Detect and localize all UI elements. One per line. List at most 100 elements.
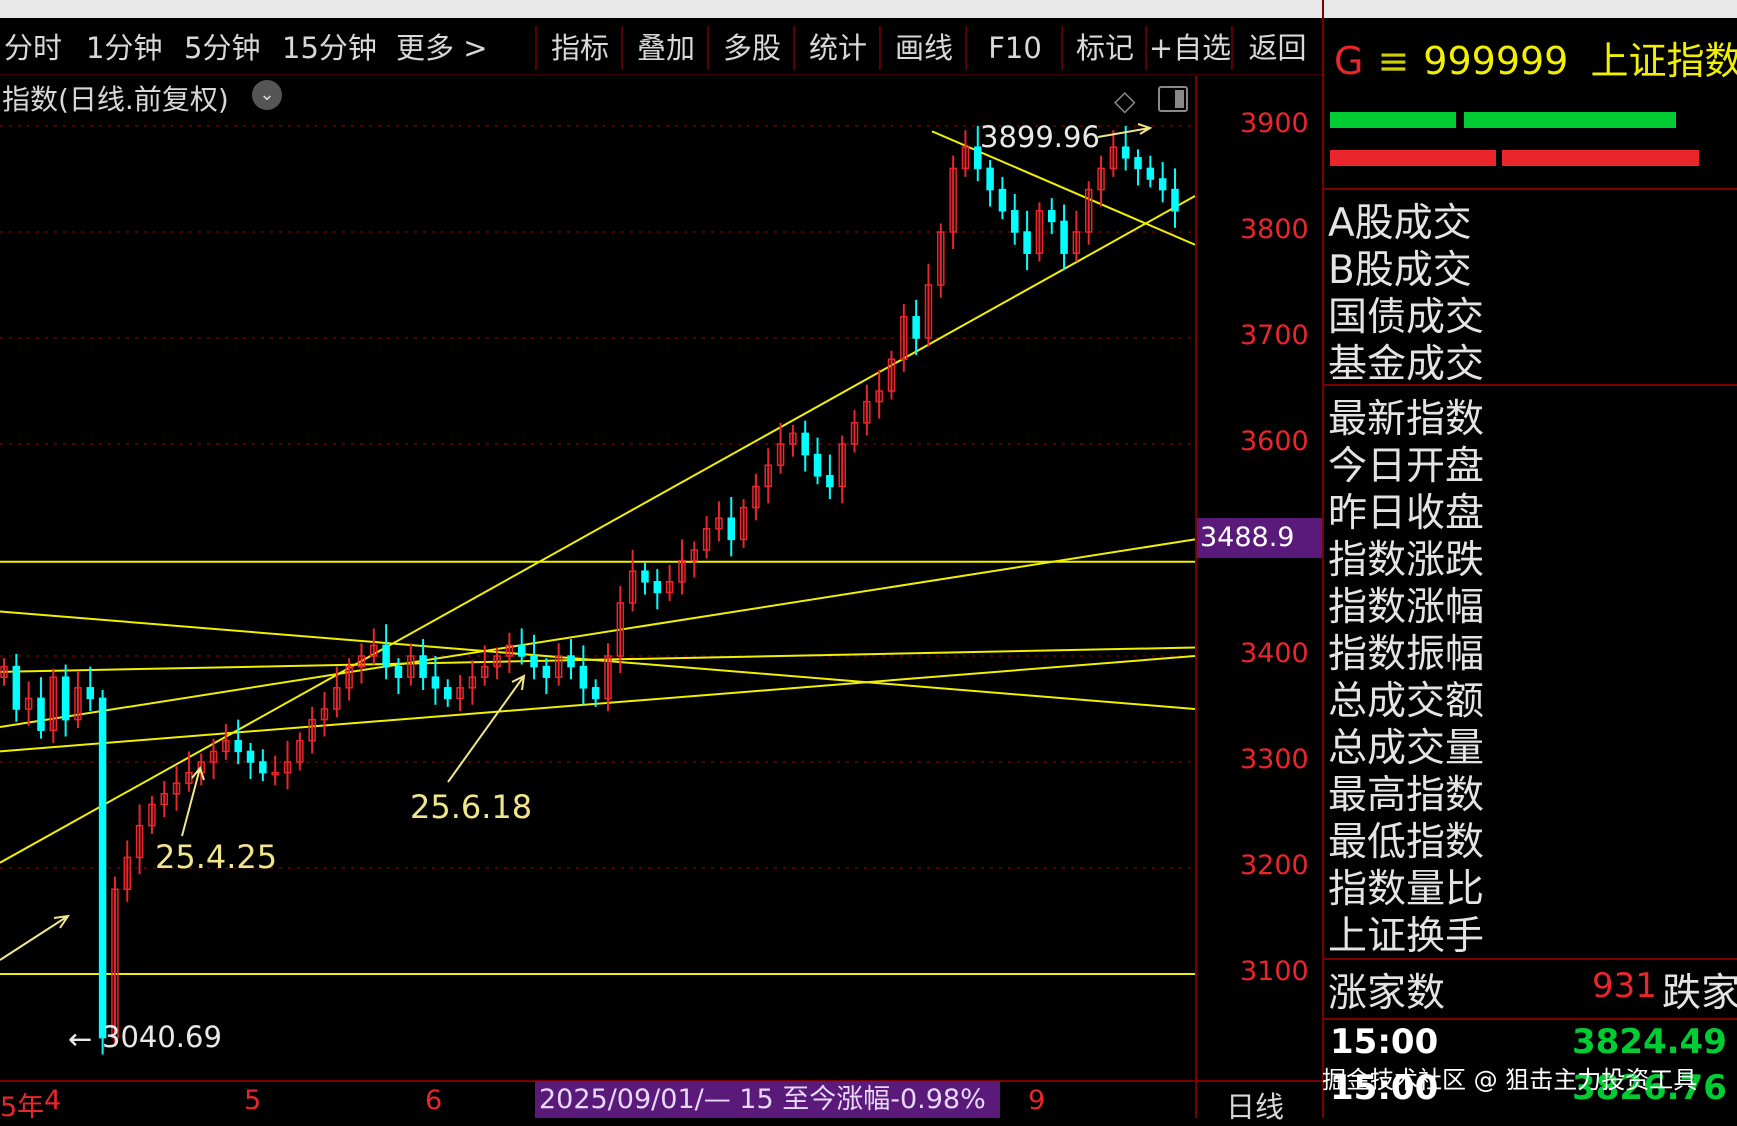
rise-count-value: 931 <box>1592 966 1657 1006</box>
multi-stock-button[interactable]: 多股 <box>707 26 795 70</box>
candle-body <box>641 570 649 583</box>
panel-separator <box>1324 384 1737 386</box>
candle-body <box>1134 157 1142 170</box>
candle-body <box>1146 167 1155 180</box>
candlestick-chart[interactable] <box>0 76 1195 1080</box>
chart-toolbar: 分时 1分钟 5分钟 15分钟 更多 > 指标 叠加 多股 统计 画线 F10 … <box>0 20 1322 75</box>
arrow-low <box>0 914 71 961</box>
stat-label: 上证换手 <box>1328 914 1485 959</box>
indicator-button[interactable]: 指标 <box>535 26 623 70</box>
candle-body <box>727 517 736 541</box>
candle-body <box>653 581 662 594</box>
tab-more[interactable]: 更多 > <box>396 28 488 68</box>
overlay-button[interactable]: 叠加 <box>621 26 709 70</box>
candle-body <box>801 432 809 456</box>
current-price-marker: 3488.9 <box>1197 518 1322 558</box>
panel-header: G ≡ 999999 上证指数 <box>1334 30 1737 85</box>
price-tick: 3600 <box>1240 426 1309 457</box>
period-type-label[interactable]: 日线 <box>1226 1084 1284 1126</box>
price-tick: 3700 <box>1240 320 1309 351</box>
candle-body <box>912 316 920 339</box>
tab-1min[interactable]: 1分钟 <box>86 28 162 68</box>
candle-body <box>1158 178 1167 191</box>
stat-label: 基金成交 <box>1328 342 1485 387</box>
panel-toggle-icon[interactable] <box>1158 86 1188 112</box>
candle-body <box>567 655 575 668</box>
tick-value: 3824.49 <box>1572 1022 1727 1062</box>
price-tick: 3800 <box>1240 214 1309 245</box>
low-label-arrow: ← <box>68 1022 93 1056</box>
watermark: 掘金技术社区 @ 狙击主力投资工具 <box>1322 1066 1698 1094</box>
price-tick: 3200 <box>1240 850 1309 881</box>
index-code: 999999 <box>1423 39 1569 83</box>
tick-time: 15:00 <box>1330 1022 1439 1062</box>
panel-separator <box>1324 1018 1737 1020</box>
date-label: 9 <box>1028 1085 1046 1116</box>
candle-body <box>1060 220 1068 254</box>
candle-body <box>1023 231 1031 254</box>
statistics-button[interactable]: 统计 <box>793 26 881 70</box>
low-label: 3040.69 <box>102 1020 222 1054</box>
candle-body <box>86 687 95 700</box>
candle-body <box>234 740 242 753</box>
mark-button[interactable]: 标记 <box>1061 26 1147 70</box>
back-button[interactable]: 返回 <box>1231 26 1322 70</box>
panel-separator <box>1324 188 1737 190</box>
candle-body <box>542 665 551 678</box>
add-watchlist-button[interactable]: +自选 <box>1145 26 1233 70</box>
high-label: 3899.96 <box>980 120 1100 154</box>
annotation-date-b: 25.6.18 <box>410 788 533 826</box>
tab-intraday[interactable]: 分时 <box>4 28 62 68</box>
price-tick: 3400 <box>1240 638 1309 669</box>
draw-line-button[interactable]: 画线 <box>879 26 967 70</box>
candle-body <box>419 655 427 678</box>
candle-body <box>61 676 70 721</box>
date-label: 5 <box>244 1085 262 1116</box>
candle-body <box>591 687 600 700</box>
diamond-icon[interactable]: ◇ <box>1114 84 1136 117</box>
candle-body <box>431 676 440 689</box>
f10-button[interactable]: F10 <box>965 26 1063 70</box>
candle-body <box>530 655 538 668</box>
arrow-high <box>1097 123 1153 138</box>
price-tick: 3100 <box>1240 956 1309 987</box>
candle-body <box>998 188 1007 212</box>
candle-body <box>1171 188 1179 212</box>
date-label: 5年 <box>0 1092 45 1123</box>
price-axis-divider <box>1195 76 1197 1118</box>
candle-body <box>826 475 834 488</box>
tab-15min[interactable]: 15分钟 <box>282 28 377 68</box>
period-change-tag: 2025/09/01/— 15 至今涨幅-0.98% <box>535 1081 1000 1118</box>
price-tick: 3300 <box>1240 744 1309 775</box>
candle-body <box>37 697 45 731</box>
candle-body <box>259 761 267 774</box>
trend-line <box>0 655 1195 753</box>
candle-body <box>579 665 588 689</box>
date-label: 6 <box>425 1085 443 1116</box>
candle-body <box>98 697 107 1039</box>
candle-body <box>394 665 403 678</box>
rise-count-label: 涨家数 <box>1328 971 1446 1016</box>
candle-body <box>1011 210 1019 233</box>
menu-icon[interactable]: ≡ <box>1377 39 1409 83</box>
volume-bar-red-2 <box>1502 150 1699 166</box>
candle-body <box>1047 210 1056 223</box>
candle-body <box>382 644 390 668</box>
panel-separator <box>1324 958 1737 960</box>
candle-body <box>986 167 994 191</box>
tab-5min[interactable]: 5分钟 <box>184 28 260 68</box>
date-label: 4 <box>44 1085 62 1116</box>
trend-line <box>0 195 1195 864</box>
candle-body <box>813 453 822 477</box>
price-tick: 3900 <box>1240 108 1309 139</box>
candle-body <box>517 644 526 657</box>
candle-body <box>1121 146 1130 159</box>
volume-bar-green-1 <box>1330 112 1456 128</box>
candle-body <box>443 687 452 700</box>
fall-count-label: 跌家 <box>1662 971 1737 1016</box>
candle-body <box>12 665 21 710</box>
index-name: 上证指数 <box>1590 39 1737 83</box>
volume-bar-red-1 <box>1330 150 1496 166</box>
badge-g: G <box>1334 39 1364 83</box>
annotation-date-a: 25.4.25 <box>155 838 278 876</box>
